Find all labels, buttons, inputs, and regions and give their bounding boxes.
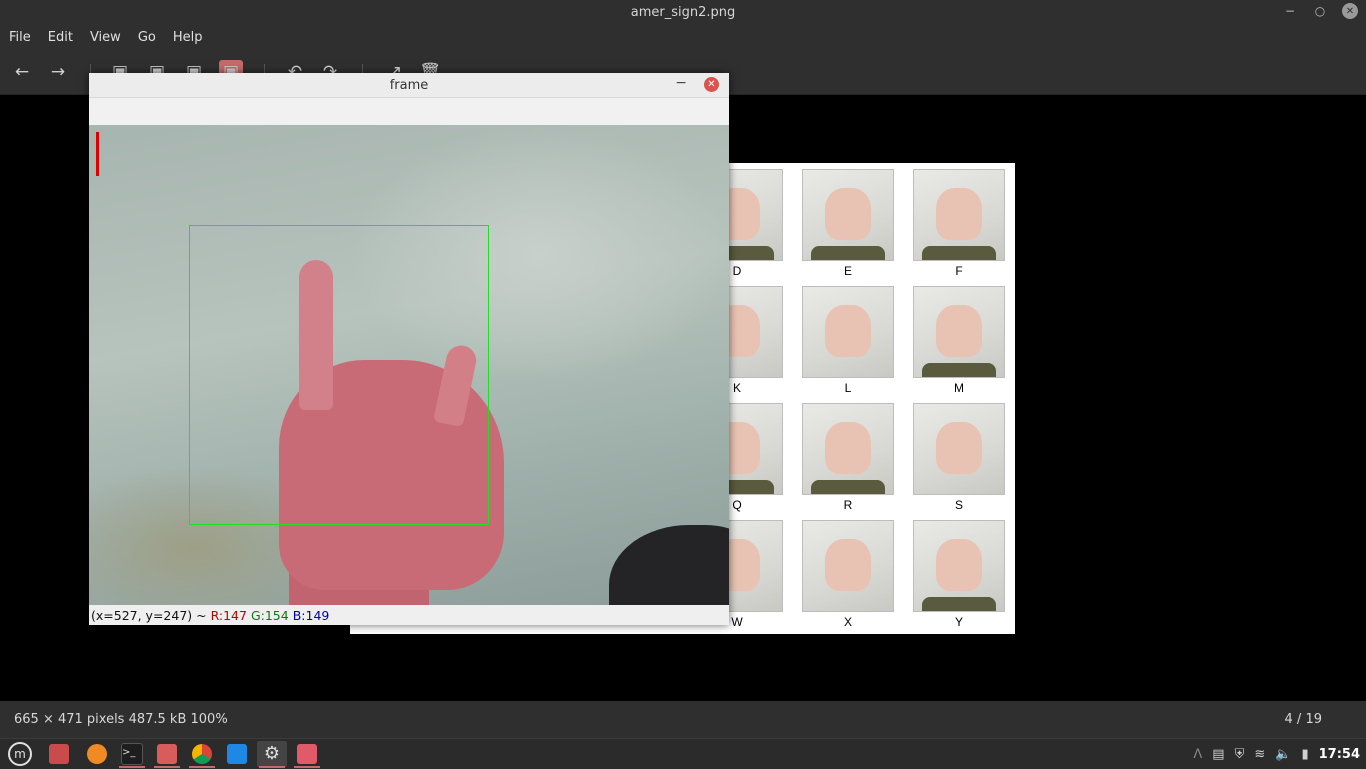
pixel-red: R:147	[210, 608, 247, 623]
sign-letter: R	[843, 498, 853, 512]
sign-letter: F	[955, 264, 963, 278]
sign-letter: L	[844, 381, 852, 395]
chrome-icon	[192, 744, 212, 764]
head-hair	[609, 525, 729, 605]
frame-statusbar: (x=527, y=247) ~ R:147 G:154 B:149	[89, 605, 729, 625]
firefox-icon	[87, 744, 107, 764]
mint-logo-icon: m	[8, 742, 32, 766]
hand-sign-thumbnail	[913, 403, 1005, 495]
sign-letter: M	[954, 381, 964, 395]
bluetooth-icon[interactable]: ᐱ	[1193, 747, 1202, 762]
back-arrow-icon[interactable]: ←	[10, 60, 34, 84]
minimize-icon[interactable]: −	[675, 75, 687, 91]
image-info: 665 × 471 pixels 487.5 kB 100%	[14, 712, 228, 727]
pixel-readout: (x=527, y=247) ~ R:147 G:154 B:149	[91, 608, 329, 623]
close-icon[interactable]: ✕	[704, 77, 719, 92]
pixel-blue: B:149	[292, 608, 330, 623]
minimize-icon[interactable]: −	[1282, 3, 1298, 19]
menu-help[interactable]: Help	[164, 26, 211, 50]
show-desktop-icon	[49, 744, 69, 764]
folder-icon	[157, 744, 177, 764]
shield-icon[interactable]: ⛨	[1235, 747, 1245, 762]
maximize-icon[interactable]: ○	[1312, 3, 1328, 19]
battery-icon[interactable]: ▮	[1301, 747, 1308, 762]
sign-letter: E	[843, 264, 852, 278]
frame-title: frame	[389, 78, 429, 93]
gear-icon: ⚙	[263, 743, 281, 764]
terminal-icon: >_	[121, 743, 143, 765]
menubar: File Edit View Go Help	[0, 26, 1366, 50]
clipboard-icon[interactable]: ▤	[1212, 747, 1224, 762]
system-tray: ᐱ ▤ ⛨ ≋ 🔈 ▮ 17:54	[1193, 739, 1360, 769]
taskbar-vscode[interactable]	[222, 741, 252, 767]
hand-sign-thumbnail	[802, 169, 894, 261]
sign-cell: Y	[913, 520, 1005, 629]
pixel-coords: (x=527, y=247) ~	[91, 608, 211, 623]
vscode-icon	[227, 744, 247, 764]
sign-cell: M	[913, 286, 1005, 395]
sign-letter: X	[843, 615, 852, 629]
taskbar-chrome[interactable]	[187, 741, 217, 768]
taskbar-image-viewer[interactable]	[292, 741, 322, 768]
sign-letter: S	[954, 498, 963, 512]
viewer-statusbar: 665 × 471 pixels 487.5 kB 100% 4 / 19	[0, 701, 1366, 738]
hand-sign-thumbnail	[913, 286, 1005, 378]
menu-view[interactable]: View	[81, 26, 129, 50]
sign-cell: L	[802, 286, 894, 395]
taskbar-folder[interactable]	[152, 741, 182, 768]
frame-window[interactable]: frame − ✕ (x=527, y=247) ~ R:147 G:154 B…	[89, 73, 729, 625]
close-icon[interactable]: ✕	[1342, 3, 1358, 19]
sign-cell: R	[802, 403, 894, 512]
window-title: amer_sign2.png	[630, 5, 736, 20]
image-viewer-icon	[297, 744, 317, 764]
forward-arrow-icon[interactable]: →	[46, 60, 70, 84]
hand-sign-thumbnail	[802, 403, 894, 495]
pixel-green: G:154	[250, 608, 289, 623]
frame-toolbar	[89, 98, 729, 125]
sign-cell: X	[802, 520, 894, 629]
menu-edit[interactable]: Edit	[39, 26, 81, 50]
taskbar-terminal[interactable]: >_	[117, 741, 147, 768]
image-position: 4 / 19	[1284, 712, 1322, 727]
webcam-view[interactable]	[89, 125, 729, 605]
taskbar: m >_ ⚙ ᐱ ▤ ⛨ ≋ 🔈 ▮ 17:54	[0, 738, 1366, 769]
clock[interactable]: 17:54	[1319, 747, 1360, 762]
volume-icon[interactable]: 🔈	[1275, 747, 1291, 762]
menu-button[interactable]: m	[5, 741, 35, 767]
window-titlebar: amer_sign2.png − ○ ✕	[0, 0, 1366, 26]
menu-go[interactable]: Go	[129, 26, 164, 50]
menu-file[interactable]: File	[0, 26, 39, 50]
wifi-icon[interactable]: ≋	[1254, 747, 1265, 762]
sign-letter: Y	[954, 615, 963, 629]
taskbar-settings[interactable]: ⚙	[257, 741, 287, 768]
sign-cell: E	[802, 169, 894, 278]
hand-sign-thumbnail	[913, 169, 1005, 261]
window-controls: − ○ ✕	[1282, 3, 1358, 19]
sign-cell: F	[913, 169, 1005, 278]
hand-sign-thumbnail	[802, 520, 894, 612]
roi-rectangle	[189, 225, 489, 525]
taskbar-files[interactable]	[44, 741, 74, 767]
sign-cell: S	[913, 403, 1005, 512]
taskbar-firefox[interactable]	[82, 741, 112, 767]
frame-titlebar[interactable]: frame − ✕	[89, 73, 729, 98]
red-indicator	[96, 132, 99, 176]
hand-sign-thumbnail	[802, 286, 894, 378]
hand-sign-thumbnail	[913, 520, 1005, 612]
